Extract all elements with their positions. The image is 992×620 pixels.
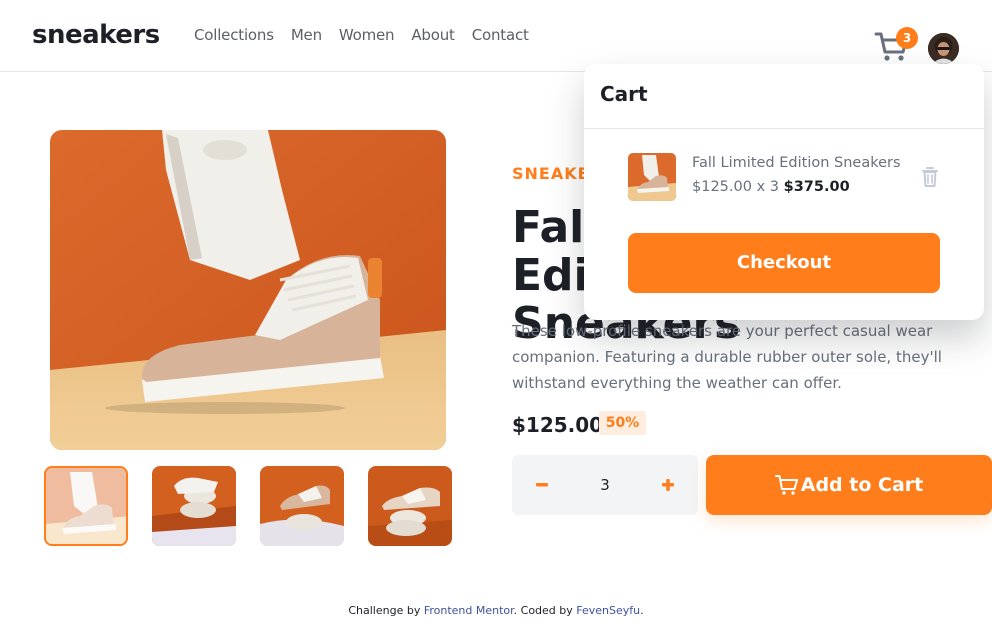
cart-count-badge: 3 [896, 27, 918, 49]
thumbnail-3[interactable] [260, 466, 344, 546]
cart-item-thumbnail [628, 153, 676, 201]
cart-item-unit-price: $125.00 x 3 [692, 179, 779, 195]
decrease-quantity-button[interactable] [512, 455, 572, 515]
nav-link-women[interactable]: Women [339, 26, 395, 44]
thumbnail-1[interactable] [44, 466, 128, 546]
cart-heading: Cart [584, 64, 984, 129]
author-link[interactable]: FevenSeyfu [576, 604, 640, 617]
footer-prefix: Challenge by [348, 604, 421, 617]
frontend-mentor-link[interactable]: Frontend Mentor [424, 604, 514, 617]
add-to-cart-button[interactable]: Add to Cart [706, 455, 992, 515]
product-price: $125.00 [512, 413, 604, 437]
nav-link-contact[interactable]: Contact [472, 26, 529, 44]
cart-item-name: Fall Limited Edition Sneakers [692, 155, 901, 171]
nav-link-collections[interactable]: Collections [194, 26, 274, 44]
nav-link-about[interactable]: About [411, 26, 455, 44]
thumbnail-4[interactable] [368, 466, 452, 546]
minus-icon [536, 483, 548, 487]
brand-logo[interactable]: sneakers [32, 20, 160, 50]
product-main-image[interactable] [50, 130, 446, 450]
attribution-footer: Challenge by Frontend Mentor. Coded by F… [0, 604, 992, 617]
cart-icon [774, 475, 798, 495]
cart-item-calculation: $125.00 x 3 $375.00 [692, 179, 850, 195]
quantity-stepper: 3 [512, 455, 698, 515]
quantity-value: 3 [600, 476, 610, 494]
nav-link-men[interactable]: Men [291, 26, 322, 44]
main-nav: Collections Men Women About Contact [194, 26, 529, 44]
footer-middle: . Coded by [513, 604, 573, 617]
site-header: sneakers Collections Men Women About Con… [0, 0, 992, 72]
footer-suffix: . [640, 604, 644, 617]
cart-item-total: $375.00 [783, 179, 850, 195]
plus-icon [662, 479, 674, 491]
product-description: These low-profile sneakers are your perf… [512, 322, 942, 392]
increase-quantity-button[interactable] [638, 455, 698, 515]
cart-dropdown: Cart Fall Limited Edition Sneakers $125.… [584, 64, 984, 320]
trash-icon[interactable] [920, 166, 940, 188]
cart-item: Fall Limited Edition Sneakers $125.00 x … [628, 153, 940, 201]
thumbnail-2[interactable] [152, 466, 236, 546]
product-page: sneakers Collections Men Women About Con… [0, 0, 992, 620]
user-avatar[interactable] [928, 33, 959, 64]
checkout-button[interactable]: Checkout [628, 233, 940, 293]
add-to-cart-label: Add to Cart [800, 474, 924, 496]
discount-badge: 50% [599, 411, 646, 435]
